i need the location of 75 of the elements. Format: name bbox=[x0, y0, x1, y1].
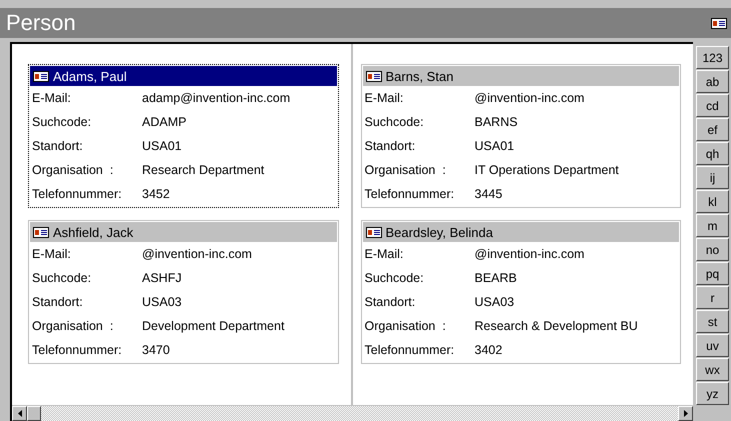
field-label: E-Mail: bbox=[364, 91, 404, 105]
field-value: 3445 bbox=[474, 187, 502, 201]
scroll-thumb[interactable] bbox=[27, 406, 41, 421]
contact-card[interactable]: Ashfield, Jack E-Mail: @invention-inc.com Suchcode: ASHFJ Standort: USA03 Organisation : Development Department Telefonnummer: 3470 bbox=[28, 220, 338, 364]
field-value: ASHFJ bbox=[142, 271, 182, 285]
right-arrow-icon bbox=[684, 410, 688, 417]
contact-name: Barns, Stan bbox=[386, 68, 454, 84]
field-value: @invention-inc.com bbox=[474, 247, 584, 261]
contact-card-icon bbox=[366, 226, 382, 238]
field-label: Organisation : bbox=[32, 319, 114, 333]
field-label: Telefonnummer: bbox=[32, 187, 123, 201]
field-label: Suchcode: bbox=[364, 271, 425, 285]
field-value: 3452 bbox=[142, 187, 170, 201]
contact-card[interactable]: Beardsley, Belinda E-Mail: @invention-inc.com Suchcode: BEARB Standort: USA03 Organisation : Research & Development BU Telefonnummer: 3402 bbox=[360, 220, 681, 364]
field-label: Telefonnummer: bbox=[32, 343, 123, 357]
index-button[interactable]: pq bbox=[696, 262, 729, 285]
index-button[interactable]: qh bbox=[696, 142, 729, 165]
index-button[interactable]: m bbox=[696, 214, 729, 237]
field-label: Suchcode: bbox=[32, 115, 92, 129]
contact-card[interactable]: Barns, Stan E-Mail: @invention-inc.com Suchcode: BARNS Standort: USA01 Organisation : IT Operations Department Telefonnummer: 3445 bbox=[360, 64, 681, 208]
index-button[interactable]: ab bbox=[696, 70, 729, 93]
left-arrow-icon bbox=[18, 410, 22, 417]
contact-name: Ashfield, Jack bbox=[53, 224, 134, 240]
field-value: 3402 bbox=[474, 343, 502, 357]
index-button[interactable]: kl bbox=[696, 190, 729, 213]
field-value: USA03 bbox=[474, 295, 514, 309]
index-button[interactable]: r bbox=[696, 286, 729, 309]
index-button[interactable]: no bbox=[696, 238, 729, 261]
contact-card[interactable]: Adams, Paul E-Mail: adamp@invention-inc.com Suchcode: ADAMP Standort: USA01 Organisation : Research Department Telefonnummer: 3452 bbox=[28, 64, 338, 208]
index-button[interactable]: yz bbox=[696, 382, 729, 405]
field-label: Suchcode: bbox=[32, 271, 92, 285]
field-label: Standort: bbox=[32, 295, 84, 309]
field-label: Organisation : bbox=[32, 163, 114, 177]
field-value: IT Operations Department bbox=[474, 163, 619, 177]
field-value: USA01 bbox=[142, 139, 182, 153]
field-value: BEARB bbox=[474, 271, 517, 285]
field-value: Research Department bbox=[142, 163, 264, 177]
scroll-left-button[interactable] bbox=[12, 406, 27, 421]
field-label: E-Mail: bbox=[32, 91, 72, 105]
field-value: @invention-inc.com bbox=[474, 91, 584, 105]
window-title: Person bbox=[6, 10, 76, 36]
contact-card-icon bbox=[366, 70, 382, 82]
index-button[interactable]: ij bbox=[696, 166, 729, 189]
field-label: E-Mail: bbox=[364, 247, 404, 261]
field-label: E-Mail: bbox=[32, 247, 72, 261]
contact-card-icon bbox=[711, 18, 727, 28]
field-label: Standort: bbox=[364, 295, 416, 309]
index-button[interactable]: ef bbox=[696, 118, 729, 141]
field-label: Organisation : bbox=[364, 163, 447, 177]
contact-card-icon bbox=[33, 226, 49, 238]
index-button[interactable]: cd bbox=[696, 94, 729, 117]
field-value: Research & Development BU bbox=[474, 319, 638, 333]
contact-name: Beardsley, Belinda bbox=[386, 224, 493, 240]
scroll-right-button[interactable] bbox=[678, 406, 693, 421]
index-button[interactable]: uv bbox=[696, 334, 729, 357]
field-label: Suchcode: bbox=[364, 115, 425, 129]
field-value: adamp@invention-inc.com bbox=[142, 91, 290, 105]
field-value: BARNS bbox=[474, 115, 518, 129]
field-value: ADAMP bbox=[142, 115, 186, 129]
field-label: Telefonnummer: bbox=[364, 343, 456, 357]
field-value: 3470 bbox=[142, 343, 170, 357]
index-button[interactable]: st bbox=[696, 310, 729, 333]
field-value: @invention-inc.com bbox=[142, 247, 252, 261]
index-button[interactable]: wx bbox=[696, 358, 729, 381]
field-label: Standort: bbox=[32, 139, 84, 153]
field-label: Telefonnummer: bbox=[364, 187, 456, 201]
field-value: Development Department bbox=[142, 319, 284, 333]
field-value: USA01 bbox=[474, 139, 514, 153]
horizontal-scrollbar[interactable] bbox=[12, 405, 693, 421]
field-label: Organisation : bbox=[364, 319, 447, 333]
field-label: Standort: bbox=[364, 139, 416, 153]
index-button[interactable]: 123 bbox=[696, 46, 729, 69]
contact-card-icon bbox=[33, 70, 49, 82]
field-value: USA03 bbox=[142, 295, 182, 309]
contact-name: Adams, Paul bbox=[53, 68, 127, 84]
